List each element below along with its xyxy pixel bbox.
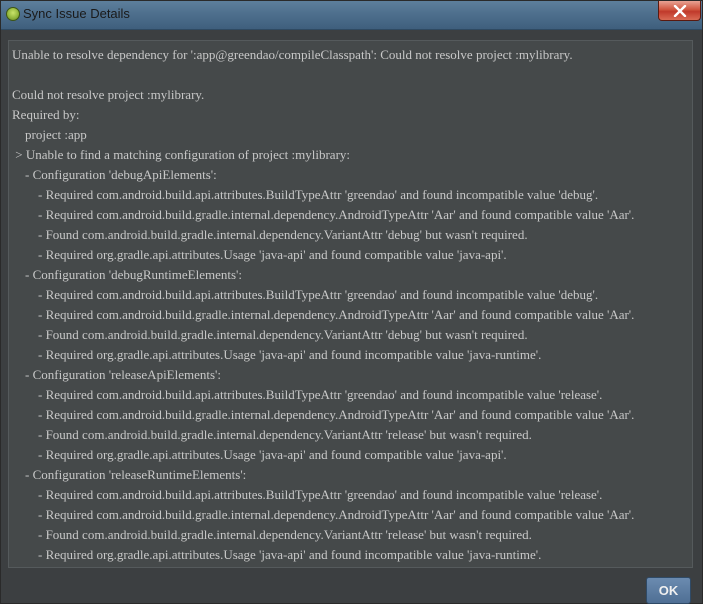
message-line: - Configuration 'releaseRuntimeElements'… [12, 467, 247, 482]
message-line: - Required com.android.build.gradle.inte… [12, 507, 635, 522]
message-line: - Required org.gradle.api.attributes.Usa… [12, 347, 542, 362]
message-line: - Configuration 'debugRuntimeElements': [12, 267, 242, 282]
title-bar[interactable]: Sync Issue Details [1, 1, 702, 30]
ok-button[interactable]: OK [646, 577, 691, 604]
window-title: Sync Issue Details [23, 6, 130, 21]
message-line: - Required org.gradle.api.attributes.Usa… [12, 547, 542, 562]
message-line: - Required com.android.build.gradle.inte… [12, 407, 635, 422]
message-line: Unable to resolve dependency for ':app@g… [12, 47, 573, 62]
message-line: - Found com.android.build.gradle.interna… [12, 527, 532, 542]
message-line: - Required com.android.build.gradle.inte… [12, 307, 635, 322]
error-message: Unable to resolve dependency for ':app@g… [12, 45, 634, 565]
message-line: - Required com.android.build.gradle.inte… [12, 207, 635, 222]
close-icon [673, 4, 686, 17]
android-studio-icon [6, 7, 20, 21]
message-line: - Found com.android.build.gradle.interna… [12, 427, 532, 442]
message-line: - Required com.android.build.api.attribu… [12, 387, 603, 402]
message-line: - Found com.android.build.gradle.interna… [12, 227, 528, 242]
message-line: project :app [12, 127, 87, 142]
message-line: - Found com.android.build.gradle.interna… [12, 327, 528, 342]
message-line: - Configuration 'debugApiElements': [12, 167, 217, 182]
message-area[interactable]: Unable to resolve dependency for ':app@g… [8, 40, 693, 568]
message-line: - Required com.android.build.api.attribu… [12, 187, 599, 202]
sync-issue-dialog: Sync Issue Details Unable to resolve dep… [0, 0, 703, 604]
message-line: - Required org.gradle.api.attributes.Usa… [12, 447, 507, 462]
message-line: > Unable to find a matching configuratio… [12, 147, 351, 162]
close-button[interactable] [658, 1, 701, 21]
message-line: - Required com.android.build.api.attribu… [12, 287, 599, 302]
message-line: - Configuration 'releaseApiElements': [12, 367, 222, 382]
message-line: Could not resolve project :mylibrary. [12, 87, 205, 102]
message-line: Required by: [12, 107, 80, 122]
message-line [12, 65, 634, 85]
message-line: - Required com.android.build.api.attribu… [12, 487, 603, 502]
message-line: - Required org.gradle.api.attributes.Usa… [12, 247, 507, 262]
